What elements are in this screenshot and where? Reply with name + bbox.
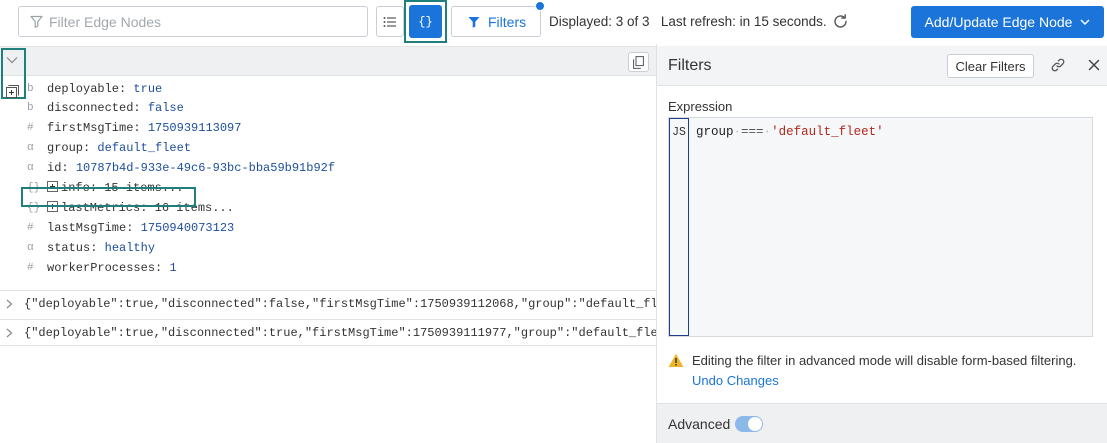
type-indicator: b xyxy=(27,83,34,95)
close-icon[interactable] xyxy=(1088,59,1100,71)
clear-filters-button[interactable]: Clear Filters xyxy=(947,54,1034,78)
refresh-icon[interactable] xyxy=(832,13,849,30)
tree-value: 10787b4d-933e-49c6-93bc-bba59b91b92f xyxy=(75,161,336,175)
code-string: 'default_fleet' xyxy=(771,125,884,139)
tree-key: group: default_fleet xyxy=(47,141,192,155)
filters-header: Filters Clear Filters xyxy=(657,46,1107,86)
json-tree-panel: b deployable: true b disconnected: false… xyxy=(0,46,656,443)
search-box[interactable] xyxy=(18,6,368,37)
list-view-button[interactable] xyxy=(376,6,404,37)
tree-value: 1750940073123 xyxy=(140,221,235,235)
add-update-edge-node-button[interactable]: Add/Update Edge Node xyxy=(911,6,1104,38)
warning-text: Editing the filter in advanced mode will… xyxy=(692,353,1077,368)
chevron-right-icon[interactable] xyxy=(6,328,13,338)
advanced-label: Advanced xyxy=(668,416,731,432)
type-indicator: α xyxy=(27,142,34,154)
tree-key: workerProcesses: 1 xyxy=(47,261,177,275)
whitespace-dot: · xyxy=(733,125,742,139)
toolbar: {} Filters Displayed: 3 of 3 Last refres… xyxy=(0,0,1107,44)
record-json: {"deployable":true,"disconnected":false,… xyxy=(24,297,656,311)
tree-key: status: healthy xyxy=(47,241,156,255)
search-input[interactable] xyxy=(49,7,359,36)
list-icon xyxy=(383,16,396,27)
copy-icon xyxy=(633,55,644,69)
filters-panel: Filters Clear Filters Expression JS grou… xyxy=(657,46,1107,443)
filters-footer: Advanced xyxy=(657,403,1107,443)
copy-button[interactable] xyxy=(628,52,649,72)
tree-value: true xyxy=(133,82,163,96)
type-indicator: # xyxy=(27,222,34,234)
json-view-label: {} xyxy=(418,14,433,29)
undo-changes-link[interactable]: Undo Changes xyxy=(692,373,779,388)
tree-value: 1 xyxy=(169,261,177,275)
code-identifier: group xyxy=(696,125,734,139)
clear-filters-label: Clear Filters xyxy=(955,58,1026,74)
code-operator: === xyxy=(741,125,764,139)
expression-code[interactable]: group·===·'default_fleet' xyxy=(696,125,884,139)
filter-icon xyxy=(468,16,480,28)
last-refresh: Last refresh: in 15 seconds. xyxy=(660,14,827,29)
row-divider xyxy=(0,345,656,346)
advanced-toggle[interactable] xyxy=(735,416,763,432)
type-indicator: α xyxy=(27,162,34,174)
group-field-highlight xyxy=(21,187,196,207)
displayed-count: Displayed: 3 of 3 xyxy=(549,14,650,29)
chevron-down-icon xyxy=(1080,19,1090,25)
collapsed-record-row[interactable]: {"deployable":true,"disconnected":false,… xyxy=(0,290,656,316)
link-icon[interactable] xyxy=(1051,58,1065,72)
expression-editor[interactable]: JS group·===·'default_fleet' xyxy=(668,117,1093,337)
collapsed-record-row[interactable]: {"deployable":true,"disconnected":true,"… xyxy=(0,319,656,345)
tree-value: default_fleet xyxy=(97,141,192,155)
filter-icon xyxy=(30,15,43,28)
expression-label: Expression xyxy=(668,99,733,114)
toggle-knob xyxy=(748,417,762,431)
type-indicator: α xyxy=(27,242,34,254)
tree-key: id: 10787b4d-933e-49c6-93bc-bba59b91b92f xyxy=(47,161,336,175)
filters-active-indicator xyxy=(535,1,545,11)
language-gutter: JS xyxy=(669,118,689,336)
tree-value: false xyxy=(147,101,184,115)
json-view-button[interactable]: {} xyxy=(409,5,442,38)
tree-value: 1750939113097 xyxy=(147,121,242,135)
tree-header xyxy=(0,47,656,76)
tree-key: disconnected: false xyxy=(47,101,184,115)
tree-key: deployable: true xyxy=(47,82,163,96)
status-text: Displayed: 3 of 3 Last refresh: in 15 se… xyxy=(549,14,827,29)
type-indicator: # xyxy=(27,122,34,134)
chevron-right-icon[interactable] xyxy=(6,299,13,309)
filters-button[interactable]: Filters xyxy=(451,6,541,37)
filters-title: Filters xyxy=(668,57,712,74)
tree-key: firstMsgTime: 1750939113097 xyxy=(47,121,242,135)
type-indicator: b xyxy=(27,102,34,114)
tree-value: healthy xyxy=(104,241,156,255)
warning-icon xyxy=(668,353,684,367)
record-json: {"deployable":true,"disconnected":true,"… xyxy=(24,326,656,340)
filters-button-label: Filters xyxy=(488,13,527,30)
type-indicator: # xyxy=(27,262,34,274)
expand-all-icon[interactable] xyxy=(6,85,19,98)
add-button-label: Add/Update Edge Node xyxy=(924,14,1073,30)
whitespace-dot: · xyxy=(763,125,772,139)
tree-key: lastMsgTime: 1750940073123 xyxy=(47,221,235,235)
